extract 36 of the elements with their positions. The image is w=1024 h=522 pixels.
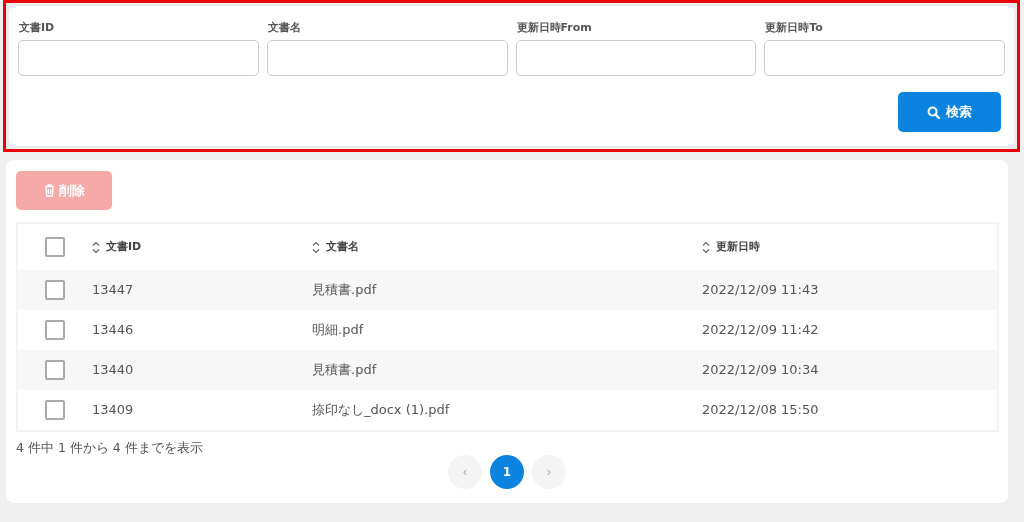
input-field[interactable] bbox=[266, 40, 508, 76]
input-field[interactable] bbox=[18, 40, 259, 76]
sort-icon bbox=[92, 240, 100, 254]
table-cell: 2022/12/09 10:34 bbox=[702, 362, 819, 378]
table-cell: 2022/12/08 15:50 bbox=[702, 402, 819, 418]
field-label: 文書ID bbox=[19, 20, 56, 36]
trash-icon bbox=[43, 184, 55, 197]
field-label: 更新日時To bbox=[765, 20, 824, 36]
table-cell: 13440 bbox=[92, 362, 134, 378]
table-cell: 13447 bbox=[92, 282, 134, 298]
checkbox[interactable] bbox=[45, 237, 65, 257]
table-cell: 13446 bbox=[92, 322, 134, 338]
checkbox[interactable] bbox=[45, 280, 65, 300]
field-label: 更新日時From bbox=[516, 20, 593, 36]
input-field[interactable] bbox=[764, 40, 1005, 76]
checkbox[interactable] bbox=[45, 360, 65, 380]
column-header[interactable]: 文書名 bbox=[326, 238, 359, 256]
search-icon bbox=[927, 105, 940, 119]
search-button[interactable]: 検索 bbox=[898, 92, 1001, 132]
table-cell: 13409 bbox=[92, 402, 134, 418]
sort-icon bbox=[312, 240, 320, 254]
table-cell: 見積書.pdf bbox=[312, 362, 377, 378]
input-field[interactable] bbox=[515, 40, 757, 76]
sort-icon bbox=[702, 240, 710, 254]
table-cell: 捺印なし_docx (1).pdf bbox=[312, 402, 450, 418]
checkbox[interactable] bbox=[45, 320, 65, 340]
table-cell: 明細.pdf bbox=[312, 322, 364, 338]
column-header[interactable]: 文書ID bbox=[106, 238, 142, 256]
column-header[interactable]: 更新日時 bbox=[716, 238, 760, 256]
field-label: 文書名 bbox=[267, 20, 302, 36]
result-summary: 4 件中 1 件から 4 件までを表示 bbox=[16, 440, 204, 455]
table-cell: 2022/12/09 11:42 bbox=[702, 322, 819, 338]
table-cell: 見積書.pdf bbox=[312, 282, 377, 298]
checkbox[interactable] bbox=[45, 400, 65, 420]
table-cell: 2022/12/09 11:43 bbox=[702, 282, 819, 298]
page-button[interactable]: 1 bbox=[490, 455, 524, 489]
